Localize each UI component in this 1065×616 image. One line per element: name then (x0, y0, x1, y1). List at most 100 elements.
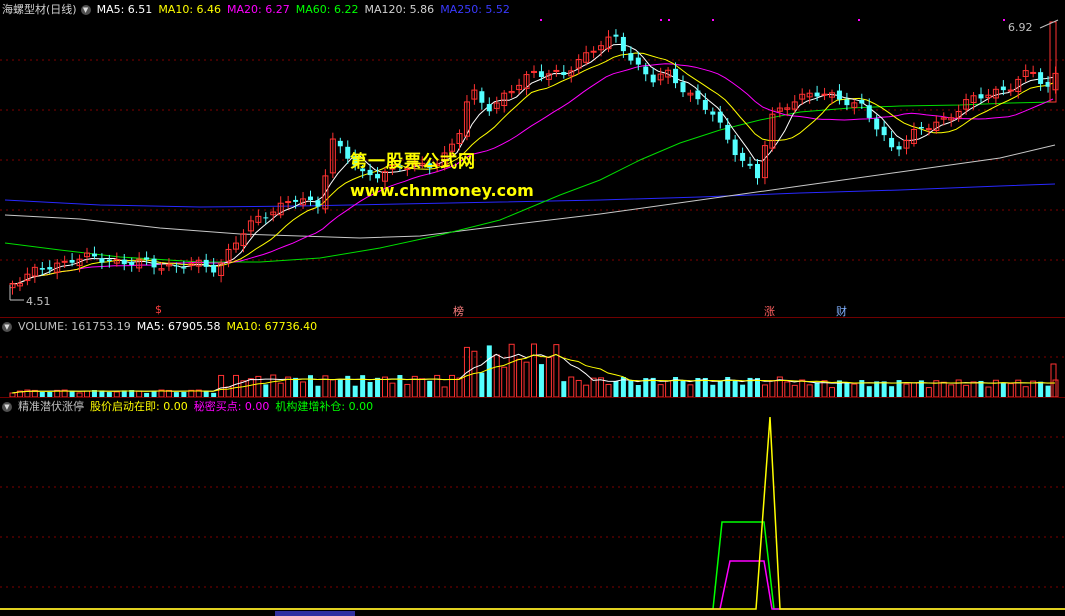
signal-dot (668, 19, 670, 21)
candle-down (293, 199, 299, 202)
candle-down (814, 92, 820, 97)
candle-down (874, 118, 880, 130)
candle-down (39, 268, 45, 270)
price-chart-panel[interactable]: 海螺型材(日线) ▼ MA5: 6.51 MA10: 6.46 MA20: 6.27 MA… (0, 0, 1065, 318)
volume-bar-down (1038, 381, 1044, 397)
candle-down (263, 217, 269, 219)
collapse-icon[interactable]: ▼ (2, 322, 12, 332)
volume-bar-up (963, 384, 970, 397)
volume-bar-up (545, 357, 552, 397)
volume-bar-down (360, 375, 366, 397)
candle-down (308, 196, 313, 201)
volume-bar-down (717, 380, 723, 397)
volume-bar-up (657, 384, 664, 397)
volume-bar-down (889, 386, 895, 397)
candle-down (710, 111, 716, 115)
watermark-title: 第一股票公式网 (350, 152, 476, 172)
indicator-series-3: 机构建增补仓: 0.00 (275, 400, 374, 413)
candle-down (538, 71, 544, 78)
candle-down (978, 94, 984, 99)
volume-bar-up (233, 374, 239, 397)
candle-down (337, 140, 343, 147)
candle-down (732, 139, 738, 156)
volume-bar-up (761, 384, 768, 397)
ma10-label: MA10: 6.46 (158, 3, 222, 16)
volume-bar-up (1007, 383, 1014, 397)
indicator-panel[interactable]: ▼ 精准潜伏涨停 股价启动在即: 0.00 秘密买点: 0.00 机构建增补仓: 0.0… (0, 397, 1065, 616)
candle-down (673, 68, 679, 84)
candle-down (643, 66, 649, 75)
candle-down (181, 267, 187, 269)
volume-bar-up (665, 380, 672, 397)
volume-bar-down (628, 380, 634, 397)
candle-down (717, 111, 723, 123)
volume-bar-up (598, 377, 605, 397)
candle-down (561, 72, 567, 75)
volume-bar-down (881, 381, 887, 397)
volume-bar-up (449, 374, 456, 397)
volume-bar-up (970, 381, 977, 397)
ma5-line (10, 43, 1054, 285)
candle-down (91, 253, 97, 257)
volume-bar-up (1022, 386, 1029, 397)
volume-bar-up (829, 387, 835, 397)
signal-dot (1003, 19, 1005, 21)
volume-ma5-label: MA5: 67905.58 (136, 320, 221, 333)
volume-bar-up (240, 380, 247, 397)
ma10-line (10, 52, 1054, 285)
volume-bar-up (575, 379, 582, 397)
stock-title: 海螺型材(日线) (2, 3, 77, 16)
volume-panel[interactable]: ▼ VOLUME: 161753.19 MA5: 67905.58 MA10: 677… (0, 317, 1065, 397)
volume-bar-up (493, 354, 500, 397)
indicator-series-2: 秘密买点: 0.00 (193, 400, 270, 413)
candle-down (740, 152, 746, 161)
candle-up (821, 93, 828, 96)
volume-bar-up (508, 343, 515, 397)
collapse-icon[interactable]: ▼ (2, 402, 12, 412)
candle-down (486, 104, 492, 112)
collapse-icon[interactable]: ▼ (80, 5, 91, 15)
marker-dollar[interactable]: $ (155, 303, 162, 316)
price-chart[interactable] (0, 0, 1065, 317)
volume-bar-up (382, 376, 388, 397)
volume-bar-down (561, 381, 567, 397)
volume-bar-up (404, 383, 411, 397)
candle-down (866, 105, 872, 118)
candle-up (1030, 71, 1037, 74)
volume-bar-up (851, 383, 858, 397)
indicator-chart[interactable] (0, 397, 1065, 616)
volume-bar-up (925, 387, 932, 397)
volume-bar-down (315, 385, 321, 397)
candle-up (61, 260, 68, 263)
candle-down (650, 74, 656, 83)
signal-dot (858, 19, 860, 21)
volume-bar-up (590, 377, 597, 397)
volume-bar-down (486, 345, 492, 397)
candle-down (755, 163, 760, 179)
volume-bar-down (427, 380, 433, 397)
candle-down (747, 163, 753, 166)
volume-bar-down (732, 380, 738, 397)
volume-bar-down (1045, 385, 1051, 397)
candle-down (836, 90, 842, 100)
signal-dot (660, 19, 662, 21)
volume-bar-up (389, 382, 396, 397)
candle-down (620, 36, 626, 52)
candle-down (695, 90, 701, 100)
volume-bar-up (948, 384, 955, 397)
candle-down (203, 259, 209, 267)
volume-bar-up (247, 378, 254, 397)
candle-down (315, 200, 321, 207)
volume-bar-up (441, 386, 448, 397)
volume-bar-up (270, 374, 277, 397)
candle-down (121, 259, 127, 265)
volume-bar-up (605, 383, 612, 397)
volume-bar-down (367, 381, 373, 397)
candle-down (881, 126, 887, 136)
volume-bar-down (479, 372, 485, 397)
high-pointer (1039, 19, 1059, 29)
ma250-label: MA250: 5.52 (440, 3, 510, 16)
volume-bar-up (501, 366, 508, 397)
indicator-line-mimi (0, 560, 1065, 610)
volume-bar-up (903, 383, 910, 397)
